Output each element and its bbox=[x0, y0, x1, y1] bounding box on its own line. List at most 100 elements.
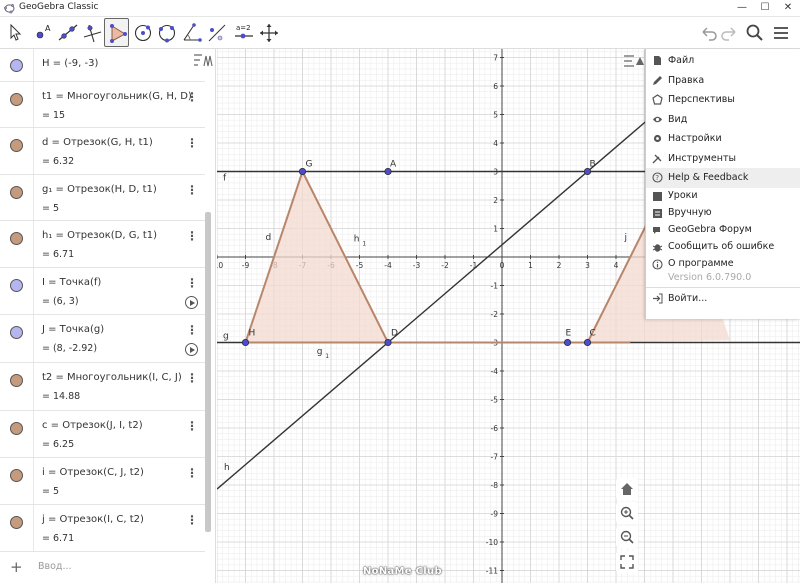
more-options-icon[interactable]: ⋮ bbox=[186, 420, 198, 434]
menu-item-eye[interactable]: Вид bbox=[646, 110, 800, 130]
graphics-style-icon[interactable] bbox=[621, 51, 645, 71]
more-options-icon[interactable]: ⋮ bbox=[186, 277, 198, 291]
visibility-toggle[interactable] bbox=[10, 374, 23, 387]
x-tick-label: -10 bbox=[217, 261, 223, 270]
menu-icon[interactable] bbox=[771, 23, 791, 43]
algebra-definition[interactable]: H = (-9, -3) bbox=[42, 58, 98, 69]
move-tool-button[interactable] bbox=[3, 18, 28, 47]
algebra-definition[interactable]: I = Точка(f) bbox=[42, 277, 101, 288]
algebra-row[interactable]: J = Точка(g) = (8, -2.92) ⋮ bbox=[0, 315, 205, 363]
algebra-scrollbar[interactable] bbox=[205, 212, 211, 532]
move-graphics-tool-button[interactable] bbox=[256, 18, 281, 47]
more-options-icon[interactable]: ⋮ bbox=[186, 137, 198, 151]
signin-icon bbox=[653, 293, 663, 304]
help-item-forum[interactable]: GeoGebra Форум bbox=[646, 222, 800, 239]
algebra-definition[interactable]: j = Отрезок(I, C, t2) bbox=[42, 514, 144, 525]
more-options-icon[interactable]: ⋮ bbox=[186, 230, 198, 244]
zoom-out-button[interactable] bbox=[616, 526, 638, 548]
menu-item-perspectives[interactable]: Перспективы bbox=[646, 90, 800, 110]
add-icon[interactable]: + bbox=[10, 558, 23, 576]
minimize-button[interactable]: — bbox=[735, 1, 749, 15]
algebra-row[interactable]: h₁ = Отрезок(D, G, t1) = 6.71 ⋮ bbox=[0, 221, 205, 268]
more-options-icon[interactable]: ⋮ bbox=[186, 467, 198, 481]
play-animation-icon[interactable] bbox=[185, 296, 198, 309]
row-separator bbox=[33, 82, 34, 127]
menu-item-help[interactable]: ? Help & Feedback bbox=[646, 168, 800, 188]
algebra-row[interactable]: t2 = Многоугольник(I, C, J) = 14.88 ⋮ bbox=[0, 363, 205, 411]
menu-item-settings[interactable]: Настройки bbox=[646, 129, 800, 149]
visibility-toggle[interactable] bbox=[10, 139, 23, 152]
algebra-sort-icon[interactable] bbox=[191, 51, 215, 71]
help-item-bug[interactable]: Сообщить об ошибке bbox=[646, 239, 800, 256]
algebra-definition[interactable]: c = Отрезок(J, I, t2) bbox=[42, 420, 143, 431]
menu-item-pencil[interactable]: Правка bbox=[646, 71, 800, 91]
more-options-icon[interactable]: ⋮ bbox=[186, 91, 198, 105]
polygon-tool-button[interactable] bbox=[104, 18, 129, 47]
more-options-icon[interactable]: ⋮ bbox=[186, 372, 198, 386]
home-button[interactable] bbox=[616, 478, 638, 500]
x-tick-label: -2 bbox=[441, 261, 449, 270]
menu-item-signin[interactable]: Войти... bbox=[646, 289, 800, 309]
help-item-tutorials[interactable]: Уроки bbox=[646, 188, 800, 205]
point-E bbox=[563, 338, 572, 347]
visibility-toggle[interactable] bbox=[10, 232, 23, 245]
conic-tool-button[interactable] bbox=[154, 18, 179, 47]
visibility-toggle[interactable] bbox=[10, 93, 23, 106]
reflect-tool-button[interactable] bbox=[204, 18, 229, 47]
redo-icon[interactable] bbox=[720, 23, 740, 43]
algebra-row[interactable]: d = Отрезок(G, H, t1) = 6.32 ⋮ bbox=[0, 128, 205, 175]
help-item-manual[interactable]: Вручную bbox=[646, 205, 800, 222]
line-tool-button[interactable] bbox=[55, 18, 80, 47]
row-separator bbox=[33, 363, 34, 410]
algebra-definition[interactable]: h₁ = Отрезок(D, G, t1) bbox=[42, 230, 157, 241]
algebra-row[interactable]: H = (-9, -3) bbox=[0, 49, 205, 82]
perpendicular-line-tool-button[interactable] bbox=[79, 18, 104, 47]
close-button[interactable]: ✕ bbox=[781, 1, 795, 15]
more-options-icon[interactable]: ⋮ bbox=[186, 184, 198, 198]
more-options-icon[interactable]: ⋮ bbox=[186, 324, 198, 338]
search-icon[interactable] bbox=[745, 23, 765, 43]
algebra-row[interactable]: j = Отрезок(I, C, t2) = 6.71 ⋮ bbox=[0, 505, 205, 552]
home-icon bbox=[621, 483, 633, 495]
visibility-toggle[interactable] bbox=[10, 279, 23, 292]
circle-tool-button[interactable] bbox=[130, 18, 155, 47]
algebra-row[interactable]: i = Отрезок(C, J, t2) = 5 ⋮ bbox=[0, 458, 205, 505]
polygon-icon bbox=[110, 24, 127, 43]
visibility-toggle[interactable] bbox=[10, 516, 23, 529]
algebra-value: = 6.32 bbox=[42, 156, 75, 167]
tools-icon bbox=[652, 154, 662, 164]
angle-tool-button[interactable] bbox=[179, 18, 204, 47]
fullscreen-button[interactable] bbox=[616, 551, 638, 573]
visibility-toggle[interactable] bbox=[10, 326, 23, 339]
play-animation-icon[interactable] bbox=[185, 343, 198, 356]
algebra-definition[interactable]: J = Точка(g) bbox=[42, 324, 104, 335]
menu-item-file[interactable]: Файл bbox=[646, 51, 800, 71]
point-tool-button[interactable]: A bbox=[31, 18, 56, 47]
zoom-in-button[interactable] bbox=[616, 502, 638, 524]
visibility-toggle[interactable] bbox=[10, 186, 23, 199]
algebra-row[interactable]: g₁ = Отрезок(H, D, t1) = 5 ⋮ bbox=[0, 175, 205, 221]
algebra-definition[interactable]: i = Отрезок(C, J, t2) bbox=[42, 467, 144, 478]
visibility-toggle[interactable] bbox=[10, 422, 23, 435]
label-g: g bbox=[223, 332, 229, 342]
x-tick-label: 4 bbox=[614, 261, 619, 270]
circle-three-points-icon bbox=[158, 24, 176, 43]
menu-item-tools[interactable]: Инструменты bbox=[646, 149, 800, 169]
maximize-button[interactable]: ☐ bbox=[758, 1, 772, 15]
input-field[interactable]: Ввод... bbox=[38, 561, 72, 572]
row-separator bbox=[33, 505, 34, 551]
algebra-definition[interactable]: t2 = Многоугольник(I, C, J) bbox=[42, 372, 182, 383]
undo-icon[interactable] bbox=[698, 23, 718, 43]
visibility-toggle[interactable] bbox=[10, 59, 23, 72]
visibility-toggle[interactable] bbox=[10, 469, 23, 482]
algebra-definition[interactable]: t1 = Многоугольник(G, H, D) bbox=[42, 91, 192, 102]
algebra-row[interactable]: I = Точка(f) = (6, 3) ⋮ bbox=[0, 268, 205, 315]
input-bar[interactable]: + Ввод... bbox=[0, 551, 205, 583]
algebra-definition[interactable]: d = Отрезок(G, H, t1) bbox=[42, 137, 153, 148]
more-options-icon[interactable]: ⋮ bbox=[186, 514, 198, 528]
y-tick-label: -11 bbox=[486, 567, 498, 576]
slider-tool-button[interactable]: a=2 bbox=[231, 18, 256, 47]
algebra-definition[interactable]: g₁ = Отрезок(H, D, t1) bbox=[42, 184, 157, 195]
algebra-row[interactable]: c = Отрезок(J, I, t2) = 6.25 ⋮ bbox=[0, 411, 205, 458]
algebra-row[interactable]: t1 = Многоугольник(G, H, D) = 15 ⋮ bbox=[0, 82, 205, 128]
